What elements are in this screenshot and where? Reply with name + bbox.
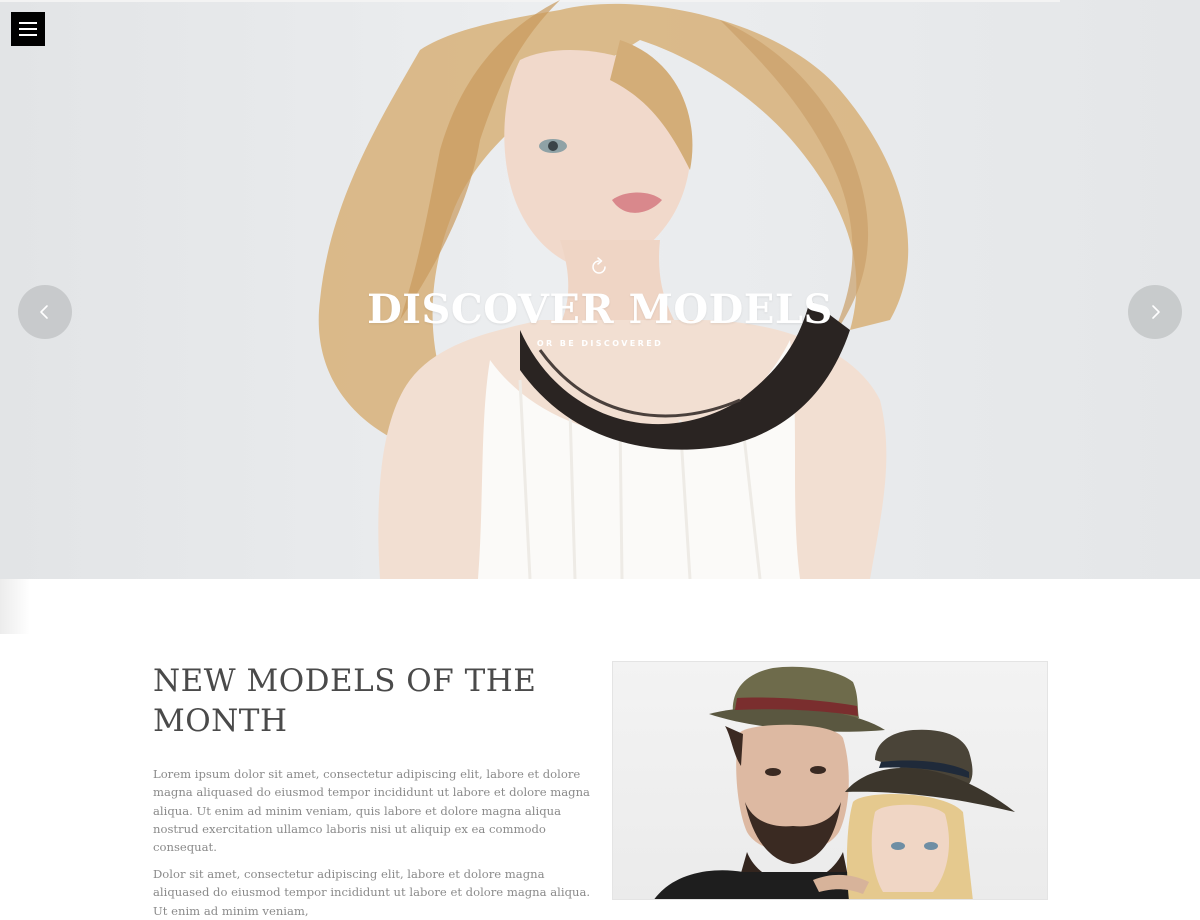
hero-slider: DISCOVER MODELS OR BE DISCOVERED <box>0 0 1200 579</box>
models-photo <box>612 661 1048 900</box>
chevron-left-icon <box>40 305 48 319</box>
section-edge-shadow <box>0 579 30 634</box>
section-paragraph: Dolor sit amet, consectetur adipiscing e… <box>153 867 591 918</box>
hamburger-menu-icon[interactable] <box>11 12 45 46</box>
menu-line <box>19 28 37 30</box>
slider-prev-button[interactable] <box>18 285 72 339</box>
section-title: NEW MODELS OF THE MONTH <box>153 663 537 739</box>
models-couple-image <box>654 666 1015 899</box>
slider-next-button[interactable] <box>1128 285 1182 339</box>
menu-line <box>19 34 37 36</box>
hero-title: DISCOVER MODELS <box>367 286 833 333</box>
section-paragraph: Lorem ipsum dolor sit amet, consectetur … <box>153 767 590 855</box>
hero-subtitle: OR BE DISCOVERED <box>536 339 664 348</box>
menu-line <box>19 22 37 24</box>
chevron-right-icon <box>1152 305 1160 319</box>
reload-icon[interactable] <box>589 257 609 277</box>
